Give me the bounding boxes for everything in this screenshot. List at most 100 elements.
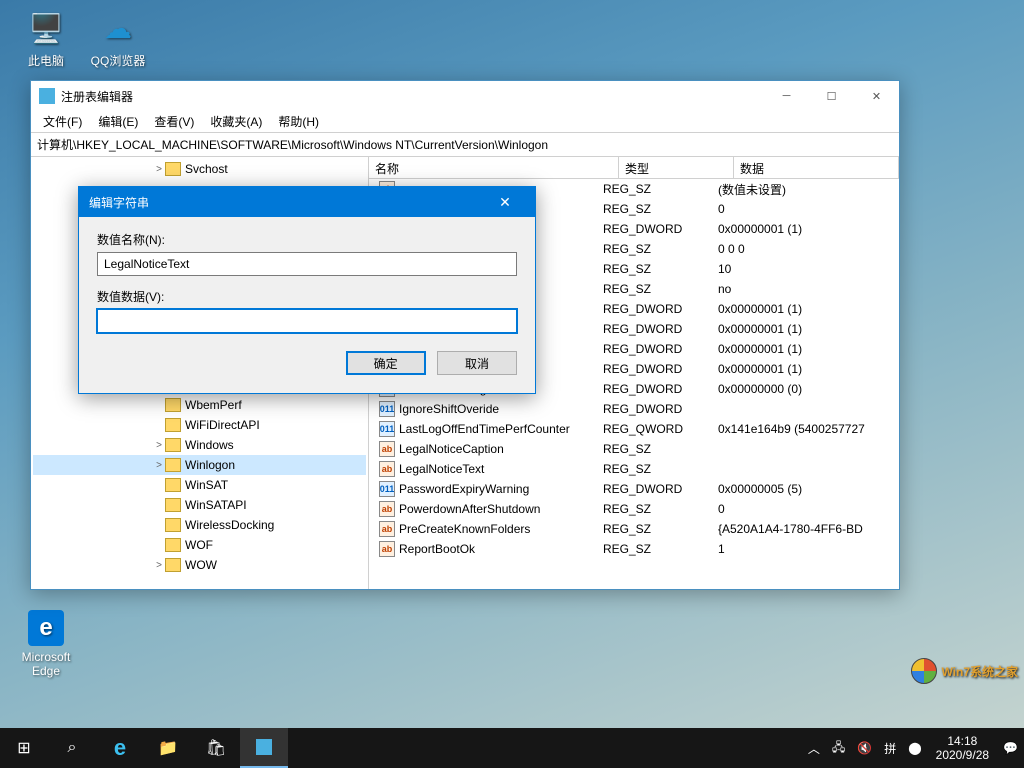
value-type: REG_DWORD [597,322,712,336]
folder-icon [165,498,181,512]
value-type: REG_DWORD [597,382,712,396]
tray-ime-icon[interactable]: 拼 [878,740,902,757]
menu-help[interactable]: 帮助(H) [270,111,327,132]
expand-icon[interactable]: > [153,440,165,451]
value-type: REG_DWORD [597,482,712,496]
value-name: PowerdownAfterShutdown [399,502,540,516]
desktop-icon-this-pc[interactable]: 🖥️ 此电脑 [14,8,78,69]
menu-favorites[interactable]: 收藏夹(A) [202,111,270,132]
tree-item[interactable]: WirelessDocking [33,515,366,535]
value-data: 0x00000001 (1) [712,222,899,236]
tray-app-icon[interactable]: ⬤ [902,741,927,755]
value-data: (数值未设置) [712,181,899,198]
tree-item-label: WirelessDocking [185,518,274,532]
dialog-title: 编辑字符串 [89,194,485,211]
value-type: REG_DWORD [597,402,712,416]
tree-item[interactable]: >WOW [33,555,366,575]
desktop-icon-edge[interactable]: e Microsoft Edge [14,610,78,678]
value-type: REG_SZ [597,242,712,256]
value-type: REG_SZ [597,442,712,456]
value-type-icon: ab [379,441,395,457]
expand-icon[interactable]: > [153,560,165,571]
dialog-body: 数值名称(N): 数值数据(V): 确定 取消 [79,217,535,393]
value-type: REG_DWORD [597,362,712,376]
browser-icon: ☁ [98,8,138,48]
taskbar-explorer[interactable]: 📁 [144,728,192,768]
dialog-close-button[interactable]: ✕ [485,194,525,211]
list-row[interactable]: abLegalNoticeTextREG_SZ [369,459,899,479]
value-type: REG_SZ [597,262,712,276]
menu-edit[interactable]: 编辑(E) [90,111,146,132]
value-type-icon: 011 [379,481,395,497]
value-name: ReportBootOk [399,542,475,556]
tray-chevron-icon[interactable]: ︿ [802,740,826,757]
menu-file[interactable]: 文件(F) [35,111,90,132]
minimize-button[interactable]: ─ [764,81,809,111]
value-type: REG_DWORD [597,222,712,236]
maximize-button[interactable]: ☐ [809,81,854,111]
value-name: LegalNoticeText [399,462,484,476]
value-name: PasswordExpiryWarning [399,482,529,496]
value-data: 0x00000001 (1) [712,302,899,316]
tree-item[interactable]: >Winlogon [33,455,366,475]
list-row[interactable]: abPowerdownAfterShutdownREG_SZ0 [369,499,899,519]
address-bar[interactable]: 计算机\HKEY_LOCAL_MACHINE\SOFTWARE\Microsof… [31,133,899,157]
ok-button[interactable]: 确定 [346,351,426,375]
col-name[interactable]: 名称 [369,157,619,178]
desktop-icon-qq-browser[interactable]: ☁ QQ浏览器 [86,8,150,69]
value-type-icon: ab [379,521,395,537]
edit-string-dialog: 编辑字符串 ✕ 数值名称(N): 数值数据(V): 确定 取消 [78,186,536,394]
list-row[interactable]: abPreCreateKnownFoldersREG_SZ{A520A1A4-1… [369,519,899,539]
taskbar-store[interactable]: 🛍 [192,728,240,768]
taskbar-regedit[interactable] [240,728,288,768]
value-name-input[interactable] [97,252,517,276]
regedit-icon [39,88,55,104]
col-data[interactable]: 数据 [734,157,899,178]
value-type-icon: 011 [379,421,395,437]
value-data: no [712,282,899,296]
tree-item[interactable]: WinSATAPI [33,495,366,515]
start-button[interactable]: ⊞ [0,728,48,768]
close-button[interactable]: ✕ [854,81,899,111]
menu-view[interactable]: 查看(V) [146,111,202,132]
expand-icon[interactable]: > [153,164,165,175]
tree-item[interactable]: >Svchost [33,159,366,179]
taskbar-clock[interactable]: 14:18 2020/9/28 [928,734,997,763]
value-type: REG_DWORD [597,342,712,356]
col-type[interactable]: 类型 [619,157,734,178]
value-type: REG_SZ [597,502,712,516]
tree-item-label: WbemPerf [185,398,242,412]
tree-item[interactable]: >Windows [33,435,366,455]
list-row[interactable]: 011IgnoreShiftOverideREG_DWORD [369,399,899,419]
tree-item[interactable]: WbemPerf [33,395,366,415]
taskbar-edge[interactable]: e [96,728,144,768]
value-type: REG_SZ [597,542,712,556]
list-row[interactable]: 011LastLogOffEndTimePerfCounterREG_QWORD… [369,419,899,439]
tree-item[interactable]: WOF [33,535,366,555]
action-center-icon[interactable]: 💬 [997,741,1024,755]
watermark-logo-icon [911,658,937,684]
tray-volume-icon[interactable]: 🔇 [851,741,878,755]
search-button[interactable]: ⌕ [48,728,96,768]
tree-item[interactable]: WiFiDirectAPI [33,415,366,435]
value-data-input[interactable] [97,309,517,333]
titlebar[interactable]: 注册表编辑器 ─ ☐ ✕ [31,81,899,111]
cancel-button[interactable]: 取消 [437,351,517,375]
edge-icon: e [28,610,64,646]
tree-item-label: WinSAT [185,478,228,492]
tree-item[interactable]: WinSAT [33,475,366,495]
value-type-icon: ab [379,461,395,477]
dialog-titlebar[interactable]: 编辑字符串 ✕ [79,187,535,217]
list-row[interactable]: abLegalNoticeCaptionREG_SZ [369,439,899,459]
menubar: 文件(F) 编辑(E) 查看(V) 收藏夹(A) 帮助(H) [31,111,899,133]
expand-icon[interactable]: > [153,460,165,471]
tray-network-icon[interactable]: 🖧 [826,738,851,759]
list-row[interactable]: 011PasswordExpiryWarningREG_DWORD0x00000… [369,479,899,499]
value-data: 0x00000000 (0) [712,382,899,396]
value-type: REG_SZ [597,282,712,296]
system-tray: ︿ 🖧 🔇 拼 ⬤ 14:18 2020/9/28 💬 [802,734,1024,763]
list-row[interactable]: abReportBootOkREG_SZ1 [369,539,899,559]
value-data: 0 [712,202,899,216]
value-type: REG_QWORD [597,422,712,436]
folder-icon [165,398,181,412]
